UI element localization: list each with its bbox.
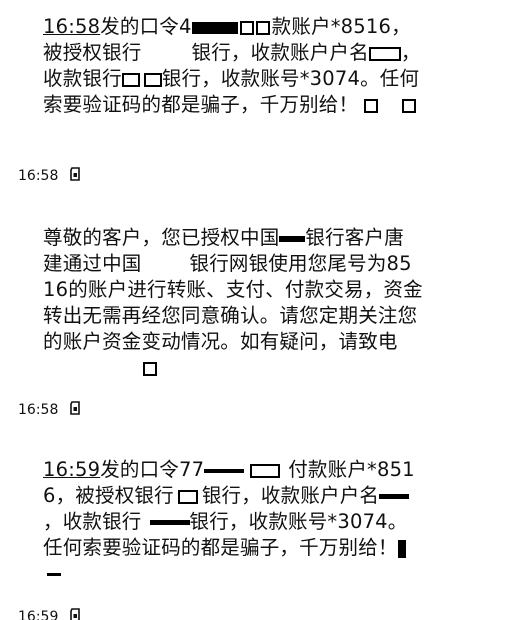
redacted-tail	[397, 539, 406, 558]
redacted-name	[379, 494, 410, 499]
redacted-code	[204, 468, 245, 473]
time-link[interactable]: 16:58	[43, 15, 100, 38]
redacted-bank-name	[121, 72, 140, 87]
message-bubble-3: 16:59发的口令77 付款账户*8516，被授权银行 银行，收款账户户名，收款银行…	[43, 457, 423, 587]
redacted-block	[239, 20, 254, 35]
redacted-bank	[141, 47, 192, 60]
time-link[interactable]: 16:59	[43, 458, 100, 481]
message-text: 银行，收款账户户名	[191, 41, 369, 64]
redacted-bank	[177, 489, 198, 504]
message-text: 银行，收款账户户名	[201, 484, 380, 507]
redacted-phone	[43, 362, 139, 375]
redacted-block	[255, 20, 270, 35]
redacted-tail	[364, 98, 379, 113]
message-timestamp: 16:59	[18, 608, 81, 620]
redacted-tail	[402, 98, 417, 113]
message-bubble-2: 尊敬的客户，您已授权中国 银行客户唐建通过中国 银行网银使用您尾号为8516的账户进…	[43, 225, 423, 381]
redacted-bank	[279, 235, 306, 242]
redacted-block	[250, 463, 281, 478]
message-timestamp: 16:58	[18, 167, 81, 185]
redacted-code	[191, 15, 238, 38]
redacted-bank	[141, 258, 190, 271]
message-text: ，收款银行	[43, 510, 142, 533]
sim-card-icon	[69, 608, 81, 620]
redacted-tail	[47, 573, 61, 576]
redacted-block	[143, 361, 157, 376]
message-bubble-1: 16:58发的口令4 款账户*8516，被授权银行 银行，收款账户户名 ，收款银行 银行…	[43, 14, 423, 118]
message-text: 尊敬的客户，您已授权中国	[43, 226, 280, 249]
sim-card-icon	[69, 167, 81, 185]
message-text: 发的口令4	[100, 15, 192, 38]
message-text: 发的口令77	[100, 458, 205, 481]
redacted-bank-name	[149, 520, 190, 525]
message-timestamp: 16:58	[18, 401, 81, 419]
redacted-bank-name	[143, 72, 162, 87]
redacted-name	[368, 46, 401, 61]
sim-card-icon	[69, 401, 81, 419]
